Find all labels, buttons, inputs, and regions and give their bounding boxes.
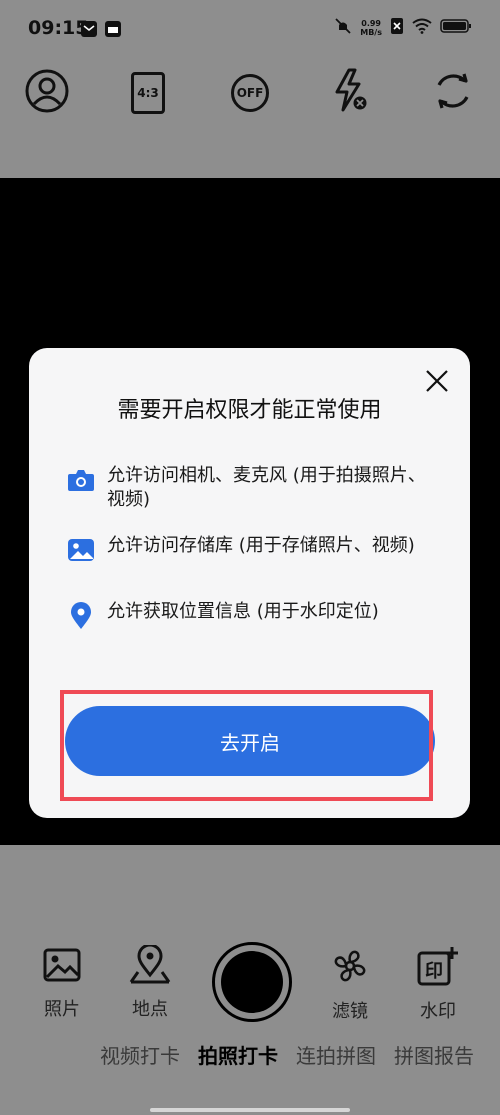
aspect-ratio-icon: 4:3 (131, 72, 165, 114)
mode-video-checkin[interactable]: 视频打卡 (100, 1040, 180, 1069)
mode-collage-report[interactable]: 拼图报告 (394, 1040, 474, 1069)
photo-label: 照片 (44, 999, 80, 1020)
sim-icon (390, 17, 404, 39)
permission-storage-text: 允许访问存储库 (用于存储照片、视频) (107, 535, 415, 556)
dialog-title: 需要开启权限才能正常使用 (117, 398, 382, 423)
permission-location-text: 允许获取位置信息 (用于水印定位) (107, 601, 379, 622)
shutter-button[interactable] (212, 942, 292, 1022)
highlight-box (60, 690, 433, 801)
camera-icon (67, 466, 95, 494)
photo-button[interactable]: 照片 (27, 945, 97, 1021)
place-button[interactable]: 地点 (115, 943, 185, 1021)
mode-burst-collage[interactable]: 连拍拼图 (296, 1040, 376, 1069)
close-button[interactable] (422, 368, 452, 398)
aspect-ratio-label: 4:3 (137, 86, 159, 100)
mail-icon (80, 20, 98, 42)
location-icon (67, 602, 95, 630)
gallery-icon (104, 20, 122, 42)
timer-off-label: OFF (236, 86, 264, 100)
flash-button[interactable] (326, 68, 376, 118)
bottom-controls: 照片 地点 滤镜 印 水印 (0, 845, 500, 1115)
speed-value: 0.99 (361, 19, 381, 28)
place-label: 地点 (132, 999, 168, 1020)
profile-button[interactable] (22, 68, 72, 118)
timer-button[interactable]: OFF (225, 68, 275, 118)
filter-button[interactable]: 滤镜 (315, 945, 385, 1023)
mode-photo-checkin[interactable]: 拍照打卡 (198, 1040, 278, 1069)
speed-unit: MB/s (360, 28, 382, 37)
filter-label: 滤镜 (332, 1001, 368, 1022)
watermark-icon: 印 (416, 947, 460, 991)
mode-selector: 视频打卡 拍照打卡 连拍拼图 拼图报告 (100, 1040, 500, 1069)
timer-off-icon: OFF (231, 74, 269, 112)
watermark-label: 水印 (420, 1001, 456, 1022)
close-icon (425, 369, 449, 397)
status-bar: 09:15 0.99 MB/s (0, 0, 500, 58)
network-speed: 0.99 MB/s (360, 19, 382, 37)
camera-toolbar: 4:3 OFF (0, 58, 500, 178)
permission-camera: 允许访问相机、麦克风 (用于拍摄照片、视频) (67, 464, 437, 512)
battery-icon (440, 18, 472, 38)
permission-location: 允许获取位置信息 (用于水印定位) (67, 600, 437, 630)
switch-camera-icon (431, 69, 475, 117)
status-left-icons (80, 20, 122, 42)
aspect-ratio-button[interactable]: 4:3 (123, 68, 173, 118)
shutter-inner (221, 951, 283, 1013)
permission-storage: 允许访问存储库 (用于存储照片、视频) (67, 534, 437, 564)
svg-text:印: 印 (425, 961, 443, 982)
watermark-button[interactable]: 印 水印 (403, 945, 473, 1023)
image-icon (67, 536, 95, 564)
switch-camera-button[interactable] (428, 68, 478, 118)
profile-icon (24, 68, 70, 118)
photo-icon (42, 948, 82, 989)
status-right-icons: 0.99 MB/s (334, 17, 472, 39)
flash-off-icon (331, 68, 371, 118)
place-icon (128, 943, 172, 989)
mute-icon (334, 17, 352, 39)
home-indicator[interactable] (150, 1108, 350, 1112)
filter-icon (329, 950, 371, 991)
wifi-icon (412, 18, 432, 38)
permission-camera-text: 允许访问相机、麦克风 (用于拍摄照片、视频) (107, 465, 426, 510)
